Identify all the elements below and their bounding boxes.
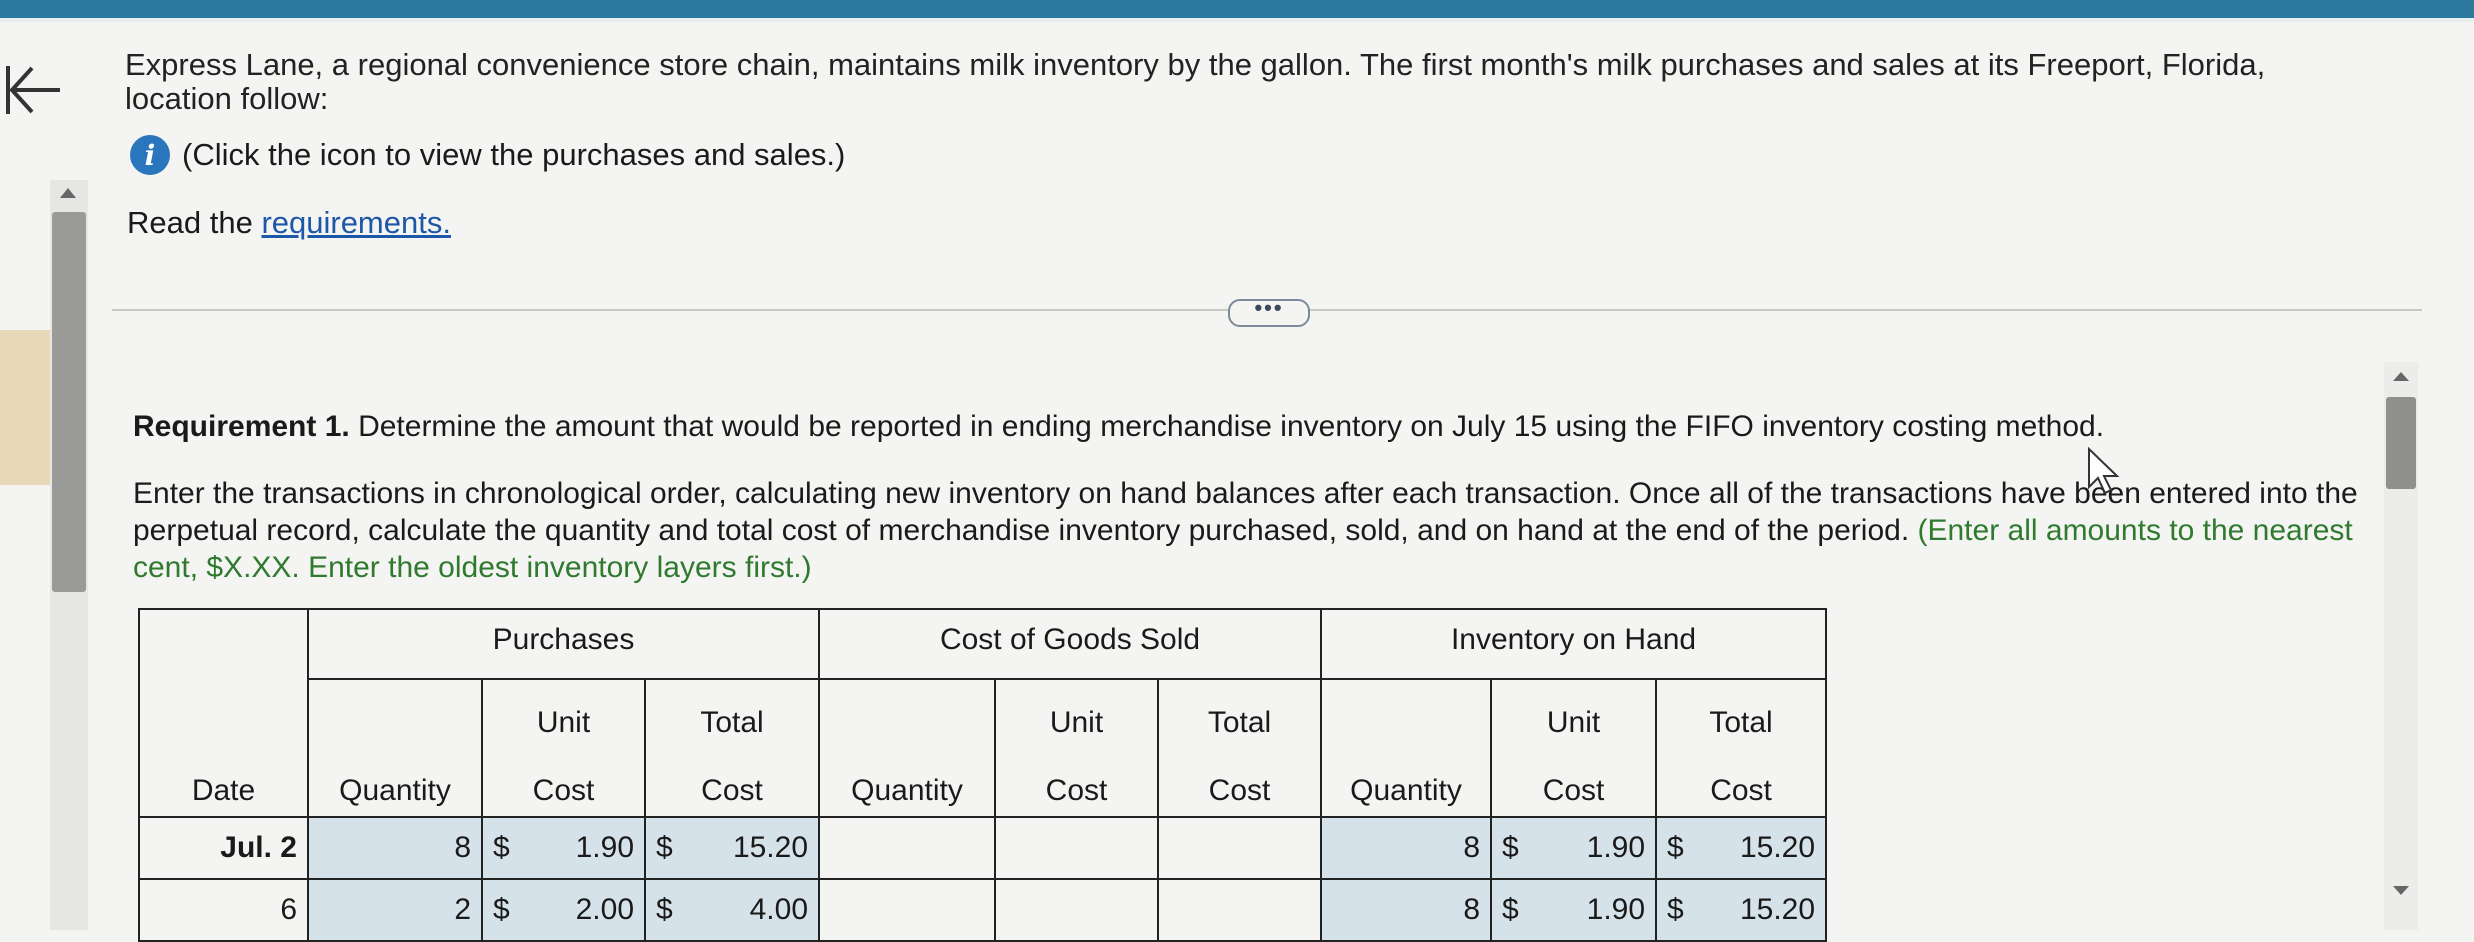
purchase-total-cost-header: Cost xyxy=(643,748,821,818)
requirement-instructions: Enter the transactions in chronological … xyxy=(133,475,2363,586)
table-row: Jul. 2 8 $1.90 $15.20 8 $1.90 $15.20 xyxy=(138,816,1828,880)
purchase-unit-cost-cell[interactable]: $2.00 xyxy=(481,878,646,942)
requirement-label: Requirement 1. xyxy=(133,410,350,443)
cogs-unit-cost-cell[interactable] xyxy=(994,878,1160,942)
date-header: Date xyxy=(138,608,309,818)
dollar-sign: $ xyxy=(656,893,673,926)
purchases-header: Purchases xyxy=(306,608,821,680)
table-row: 6 2 $2.00 $4.00 8 $1.90 $15.20 xyxy=(138,878,1828,942)
inventory-total-cost-value: 15.20 xyxy=(1739,831,1816,864)
requirement-question: Determine the amount that would be repor… xyxy=(349,410,2105,443)
info-text: (Click the icon to view the purchases an… xyxy=(182,137,846,172)
inventory-total-cost-cell[interactable]: $15.20 xyxy=(1655,816,1828,880)
expand-more-button[interactable]: ••• xyxy=(1228,297,1310,327)
right-scrollbar-thumb[interactable] xyxy=(2386,397,2416,489)
purchase-total-cost-value: 15.20 xyxy=(732,831,809,864)
read-prefix: Read the xyxy=(127,205,262,240)
purchase-unit-header: Unit xyxy=(481,678,646,748)
scroll-up-arrow-icon[interactable] xyxy=(54,180,82,206)
cogs-total-cost-cell[interactable] xyxy=(1157,878,1323,942)
inventory-total-cost-header: Cost xyxy=(1655,748,1828,818)
purchase-total-cost-cell[interactable]: $15.20 xyxy=(643,816,821,880)
dollar-sign: $ xyxy=(1502,831,1519,864)
purchase-quantity-cell[interactable]: 8 xyxy=(307,816,483,880)
inventory-header: Inventory on Hand xyxy=(1320,608,1828,680)
inventory-unit-cost-value: 1.90 xyxy=(1586,893,1646,926)
info-icon[interactable]: i xyxy=(130,135,170,175)
cogs-quantity-header: Quantity xyxy=(818,678,997,818)
dollar-sign: $ xyxy=(493,893,510,926)
purchase-quantity-cell[interactable]: 2 xyxy=(307,878,483,942)
dollar-sign: $ xyxy=(493,831,510,864)
purchase-cost-header: Cost xyxy=(481,748,646,818)
dollar-sign: $ xyxy=(1667,831,1684,864)
scroll-down-arrow-icon[interactable] xyxy=(2388,877,2414,903)
requirement-title: Requirement 1. Determine the amount that… xyxy=(133,410,2104,444)
left-panel-marker xyxy=(0,330,50,485)
inventory-quantity-header: Quantity xyxy=(1320,678,1493,818)
info-row: i (Click the icon to view the purchases … xyxy=(130,134,845,176)
dollar-sign: $ xyxy=(1502,893,1519,926)
dollar-sign: $ xyxy=(656,831,673,864)
inventory-total-header: Total xyxy=(1655,678,1828,748)
cogs-total-header: Total xyxy=(1157,678,1323,748)
inventory-unit-cost-cell[interactable]: $1.90 xyxy=(1490,878,1658,942)
inventory-quantity-cell[interactable]: 8 xyxy=(1320,816,1493,880)
purchase-unit-cost-value: 1.90 xyxy=(575,831,634,864)
cogs-quantity-cell[interactable] xyxy=(818,878,997,942)
cogs-quantity-cell[interactable] xyxy=(818,816,997,880)
purchase-total-cost-cell[interactable]: $4.00 xyxy=(643,878,821,942)
inventory-total-cost-value: 15.20 xyxy=(1739,893,1816,926)
cogs-total-cost-cell[interactable] xyxy=(1157,816,1323,880)
dollar-sign: $ xyxy=(1667,893,1684,926)
top-banner-edge xyxy=(0,18,2474,22)
problem-intro: Express Lane, a regional convenience sto… xyxy=(125,47,2266,116)
row-date: Jul. 2 xyxy=(138,816,309,880)
purchase-quantity-header: Quantity xyxy=(307,678,483,818)
purchase-unit-cost-cell[interactable]: $1.90 xyxy=(481,816,646,880)
inventory-unit-cost-cell[interactable]: $1.90 xyxy=(1490,816,1658,880)
inventory-unit-cost-value: 1.90 xyxy=(1586,831,1646,864)
purchase-total-cost-value: 4.00 xyxy=(749,893,809,926)
cogs-unit-header: Unit xyxy=(994,678,1160,748)
requirements-link[interactable]: requirements. xyxy=(261,205,451,240)
cogs-total-cost-header: Cost xyxy=(1157,748,1323,818)
cogs-cost-header: Cost xyxy=(994,748,1160,818)
inventory-cost-header: Cost xyxy=(1490,748,1658,818)
inventory-unit-header: Unit xyxy=(1490,678,1658,748)
perpetual-inventory-record: Date Purchases Cost of Goods Sold Invent… xyxy=(138,608,1828,942)
left-scrollbar-thumb[interactable] xyxy=(52,212,86,592)
cogs-unit-cost-cell[interactable] xyxy=(994,816,1160,880)
inventory-quantity-cell[interactable]: 8 xyxy=(1320,878,1493,942)
row-date: 6 xyxy=(138,878,309,942)
read-requirements-row: Read the requirements. xyxy=(127,205,451,241)
top-banner xyxy=(0,0,2474,18)
mouse-cursor-icon xyxy=(2088,447,2120,495)
inventory-total-cost-cell[interactable]: $15.20 xyxy=(1655,878,1828,942)
purchase-total-header: Total xyxy=(643,678,821,748)
cogs-header: Cost of Goods Sold xyxy=(818,608,1323,680)
back-arrow-icon[interactable] xyxy=(2,60,64,120)
scroll-up-arrow-icon[interactable] xyxy=(2388,364,2414,390)
purchase-unit-cost-value: 2.00 xyxy=(575,893,634,926)
